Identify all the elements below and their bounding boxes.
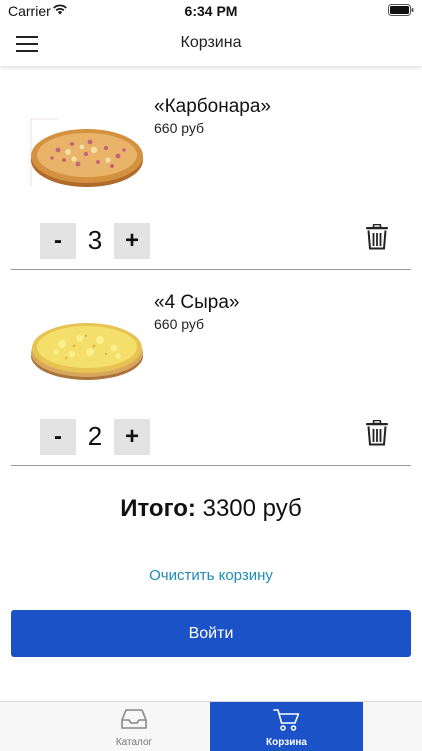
pizza-four-cheese-image: [28, 306, 146, 386]
navigation-bar: Корзина: [0, 22, 422, 66]
cart-item: «4 Сыра» 660 руб - 2 +: [0, 270, 422, 466]
quantity-value: 2: [87, 421, 103, 451]
battery-icon: [388, 4, 414, 16]
decrease-quantity-button[interactable]: -: [40, 419, 76, 455]
status-bar: Carrier 6:34 PM: [0, 0, 422, 22]
login-button-label: Войти: [188, 624, 234, 642]
item-name: «Карбонара»: [154, 96, 271, 117]
trash-icon[interactable]: [365, 224, 389, 250]
cart-item: «Карбонара» 660 руб - 3 +: [0, 74, 422, 270]
tab-bar: Каталог Корзина: [0, 701, 422, 751]
item-divider: [11, 465, 411, 466]
pizza-carbonara-image: [28, 114, 146, 194]
quantity-value: 3: [87, 225, 103, 255]
page-title: Корзина: [180, 34, 242, 51]
item-name: «4 Сыра»: [154, 292, 240, 313]
tab-label: Каталог: [115, 737, 153, 748]
tab-label: Корзина: [266, 737, 307, 748]
trash-icon[interactable]: [365, 420, 389, 446]
status-time: 6:34 PM: [184, 3, 238, 19]
decrease-quantity-button[interactable]: -: [40, 223, 76, 259]
increase-quantity-button[interactable]: +: [114, 419, 150, 455]
login-button[interactable]: Войти: [11, 610, 411, 657]
total-value: 3300 руб: [202, 495, 302, 522]
clear-cart-link[interactable]: Очистить корзину: [0, 567, 422, 584]
cart-total: Итого: 3300 руб: [0, 495, 422, 523]
item-price: 660 руб: [154, 120, 205, 136]
item-price: 660 руб: [154, 316, 205, 332]
tab-cart[interactable]: Корзина: [210, 702, 363, 751]
inbox-tray-icon: [121, 709, 147, 729]
shopping-cart-icon: [272, 709, 299, 731]
tab-catalog[interactable]: Каталог: [58, 702, 210, 751]
increase-quantity-button[interactable]: +: [114, 223, 150, 259]
total-label: Итого:: [120, 495, 196, 522]
